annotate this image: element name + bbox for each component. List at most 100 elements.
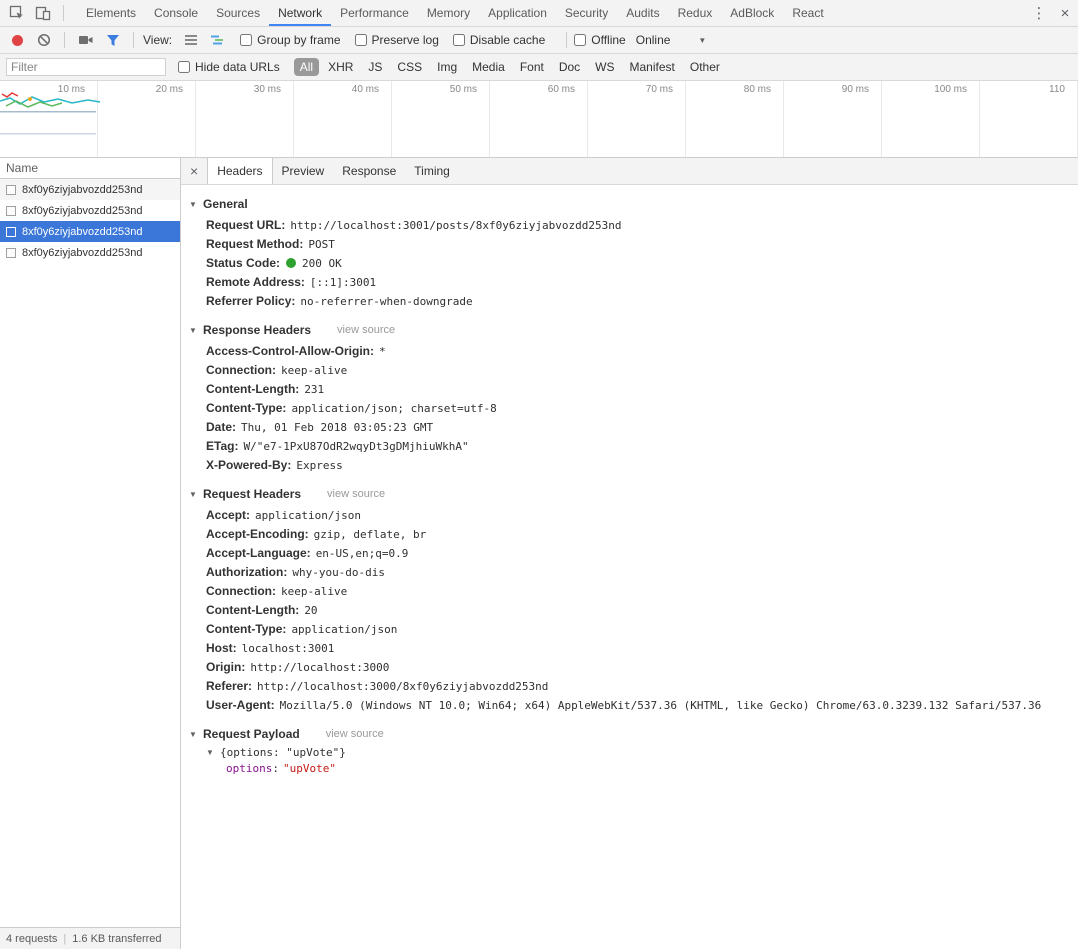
panel-tab[interactable]: Application [479, 0, 556, 26]
filter-input[interactable] [6, 58, 166, 76]
header-value: Thu, 01 Feb 2018 03:05:23 GMT [241, 421, 434, 434]
resource-type-filters: All XHR JS CSS Img Media Font Doc WS Man… [293, 58, 729, 76]
resource-type-filter[interactable]: Media [466, 58, 511, 76]
header-name: Content-Type: [206, 401, 287, 415]
view-source-link[interactable]: view source [326, 728, 384, 740]
header-item: Authorization: why-you-do-dis [189, 563, 1070, 582]
preserve-log-label: Preserve log [371, 33, 439, 47]
header-name: Accept: [206, 508, 251, 522]
inspect-element-icon[interactable] [4, 0, 30, 26]
resource-type-filter[interactable]: WS [589, 58, 620, 76]
resource-type-filter[interactable]: All [293, 58, 320, 76]
timeline-tick-label: 90 ms [784, 81, 882, 157]
capture-screenshots-icon[interactable] [78, 34, 94, 46]
resource-type-icon [6, 184, 16, 195]
throttling-select[interactable]: Online [636, 33, 671, 47]
clear-network-log-icon[interactable] [37, 33, 51, 47]
resource-type-filter[interactable]: JS [362, 58, 388, 76]
resource-type-filter[interactable]: XHR [322, 58, 359, 76]
group-by-frame-input[interactable] [240, 34, 253, 46]
request-row[interactable]: 8xf0y6ziyjabvozdd253nd [0, 200, 180, 221]
panel-tab[interactable]: Audits [617, 0, 668, 26]
network-overview[interactable]: 10 ms 20 ms 30 ms 40 ms 50 ms 60 ms 70 m… [0, 81, 1078, 158]
header-name: Accept-Encoding: [206, 527, 309, 541]
disable-cache-label: Disable cache [469, 33, 546, 47]
offline-checkbox[interactable]: Offline [574, 33, 626, 47]
disclosure-triangle-icon[interactable]: ▼ [189, 730, 198, 739]
detail-tab[interactable]: Response [333, 158, 405, 184]
throttling-caret-icon[interactable]: ▼ [698, 36, 706, 45]
header-name: Access-Control-Allow-Origin: [206, 344, 375, 358]
panel-tab[interactable]: Security [556, 0, 617, 26]
header-item: Remote Address: [::1]:3001 [189, 273, 1070, 292]
header-item: Content-Type: application/json; charset=u… [189, 399, 1070, 418]
column-header-name[interactable]: Name [0, 158, 180, 179]
headers-panel: ▼ General Request URL: http://localhost:3… [181, 185, 1078, 949]
show-overview-icon[interactable] [210, 34, 226, 46]
resource-type-filter[interactable]: Other [684, 58, 726, 76]
panel-tab[interactable]: Elements [77, 0, 145, 26]
summary-separator: | [63, 932, 67, 945]
view-source-link[interactable]: view source [327, 488, 385, 500]
disclosure-triangle-icon[interactable]: ▼ [189, 326, 198, 335]
filter-icon[interactable] [106, 34, 120, 47]
close-devtools-icon[interactable]: × [1052, 0, 1078, 26]
request-row[interactable]: 8xf0y6ziyjabvozdd253nd [0, 179, 180, 200]
header-name: Connection: [206, 363, 276, 377]
resource-type-icon [6, 247, 16, 258]
header-value: application/json; charset=utf-8 [291, 402, 497, 415]
timeline-tick-label: 60 ms [490, 81, 588, 157]
header-name: Remote Address: [206, 275, 305, 289]
payload-key: options [226, 762, 273, 775]
record-network-log-button[interactable] [12, 34, 23, 46]
panel-tab[interactable]: Sources [207, 0, 269, 26]
separator [63, 5, 64, 21]
separator [64, 32, 65, 48]
panel-tab[interactable]: React [783, 0, 832, 26]
more-options-icon[interactable]: ⋮ [1026, 0, 1052, 26]
resource-type-filter[interactable]: Doc [553, 58, 586, 76]
resource-type-filter[interactable]: Font [514, 58, 550, 76]
hide-data-urls-input[interactable] [178, 61, 190, 73]
resource-type-filter[interactable]: Manifest [624, 58, 681, 76]
header-item: Content-Type: application/json [189, 620, 1070, 639]
panel-tab[interactable]: Performance [331, 0, 418, 26]
header-name: Accept-Language: [206, 546, 311, 560]
disclosure-triangle-icon[interactable]: ▼ [189, 490, 198, 499]
group-by-frame-checkbox[interactable]: Group by frame [240, 33, 341, 47]
header-value: keep-alive [281, 585, 348, 598]
header-item: Connection: keep-alive [189, 582, 1070, 601]
disclosure-triangle-icon[interactable]: ▼ [189, 200, 198, 209]
panel-tab[interactable]: Redux [669, 0, 722, 26]
header-value: localhost:3001 [241, 642, 335, 655]
payload-preview: {options: "upVote"} [220, 746, 346, 759]
preserve-log-input[interactable] [354, 34, 367, 46]
device-toolbar-icon[interactable] [30, 0, 56, 26]
detail-tab[interactable]: Timing [405, 158, 459, 184]
separator [566, 32, 568, 48]
disable-cache-checkbox[interactable]: Disable cache [452, 33, 546, 47]
request-row[interactable]: 8xf0y6ziyjabvozdd253nd [0, 242, 180, 263]
panel-tab[interactable]: AdBlock [721, 0, 783, 26]
transferred-size: 1.6 KB transferred [72, 932, 162, 945]
view-source-link[interactable]: view source [337, 324, 395, 336]
use-small-request-rows-icon[interactable] [184, 34, 198, 46]
panel-tab[interactable]: Console [145, 0, 207, 26]
disable-cache-input[interactable] [452, 34, 465, 46]
header-value: gzip, deflate, br [313, 528, 427, 541]
header-name: Host: [206, 641, 237, 655]
detail-tab[interactable]: Preview [273, 158, 334, 184]
close-detail-icon[interactable]: × [181, 158, 207, 184]
resource-type-filter[interactable]: Img [431, 58, 463, 76]
network-summary-bar: 4 requests | 1.6 KB transferred [0, 927, 180, 949]
header-item: Request URL: http://localhost:3001/posts/… [189, 216, 1070, 235]
panel-tab[interactable]: Memory [418, 0, 479, 26]
preserve-log-checkbox[interactable]: Preserve log [354, 33, 439, 47]
disclosure-triangle-icon[interactable]: ▼ [206, 748, 215, 757]
panel-tab[interactable]: Network [269, 0, 332, 26]
detail-tab[interactable]: Headers [207, 158, 273, 184]
offline-input[interactable] [574, 34, 587, 46]
request-row[interactable]: 8xf0y6ziyjabvozdd253nd [0, 221, 180, 242]
hide-data-urls-checkbox[interactable]: Hide data URLs [178, 60, 280, 74]
resource-type-filter[interactable]: CSS [391, 58, 428, 76]
